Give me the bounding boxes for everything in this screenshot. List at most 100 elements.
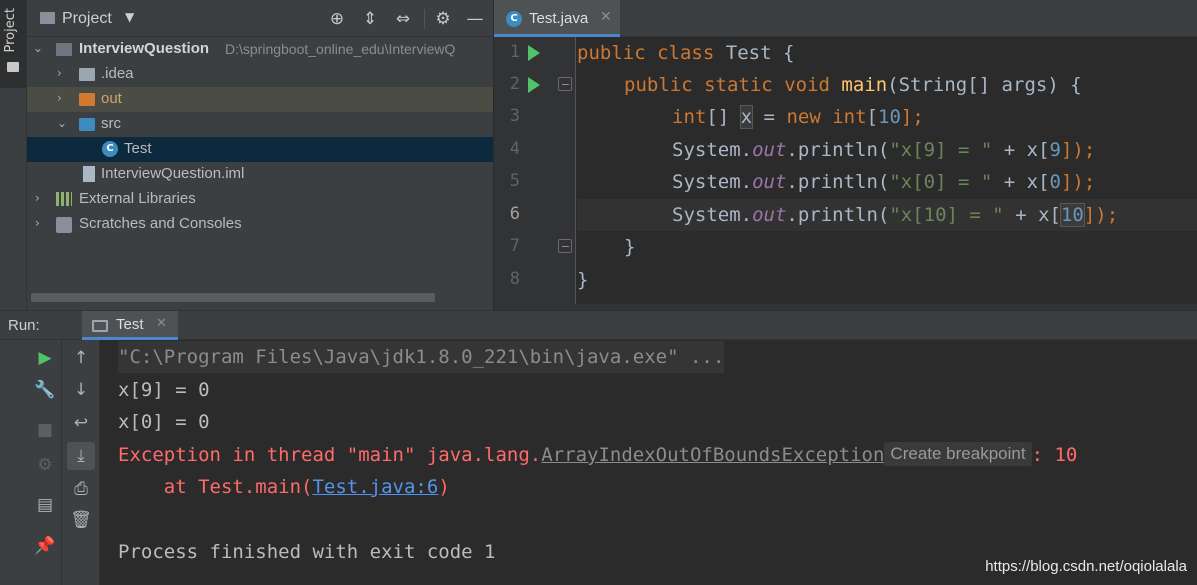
console-exception-line: Exception in thread "main" java.lang.Arr…	[118, 439, 1077, 471]
gutter-line: 6	[494, 199, 576, 231]
soft-wrap-icon[interactable]: ↩	[67, 409, 95, 437]
chevron-right-icon[interactable]: ›	[35, 191, 40, 205]
project-tool-tab[interactable]: Project	[0, 0, 26, 88]
tree-item-external-libraries[interactable]: › External Libraries	[27, 187, 493, 212]
stop-icon[interactable]: ■	[31, 416, 59, 444]
console-icon	[92, 320, 108, 332]
wrench-icon[interactable]: 🔧	[31, 376, 59, 404]
code-token: }	[624, 236, 636, 258]
editor-tabs-bar: C Test.java ✕	[494, 0, 1197, 37]
console-output[interactable]: "C:\Program Files\Java\jdk1.8.0_221\bin\…	[100, 340, 1197, 585]
gear-icon[interactable]: ⚙	[432, 8, 454, 30]
close-icon[interactable]: ✕	[600, 9, 612, 25]
tree-item-iml[interactable]: InterviewQuestion.iml	[27, 162, 493, 187]
horizontal-scrollbar[interactable]	[31, 293, 435, 302]
rerun-icon[interactable]: ▶	[31, 344, 59, 372]
line-number: 6	[509, 204, 520, 224]
code-token: (String[] args) {	[887, 74, 1082, 96]
chevron-down-icon[interactable]: ⌄	[33, 41, 43, 55]
run-panel-header: Run: Test ✕	[0, 310, 1197, 340]
java-class-icon: C	[506, 11, 522, 27]
stacktrace-suffix: )	[438, 476, 450, 498]
gutter-line: 4	[494, 134, 576, 166]
line-number: 7	[509, 236, 520, 256]
code-token: ]);	[1060, 171, 1096, 193]
minimize-icon[interactable]: —	[464, 8, 486, 30]
arrow-up-icon[interactable]: ↑	[67, 344, 95, 372]
expand-all-icon[interactable]: ⇕	[359, 8, 381, 30]
exception-class-link[interactable]: ArrayIndexOutOfBoundsException	[541, 444, 884, 466]
tree-item-idea[interactable]: › .idea	[27, 62, 493, 87]
project-view-selector[interactable]: Project	[62, 10, 112, 28]
chevron-down-icon[interactable]: ▼	[125, 10, 134, 24]
run-method-icon[interactable]	[528, 77, 540, 93]
arrow-down-icon[interactable]: ↓	[67, 376, 95, 404]
run-class-icon[interactable]	[528, 45, 540, 61]
code-token: class	[657, 42, 715, 64]
tree-item-src[interactable]: ⌄ src	[27, 112, 493, 137]
tree-item-label: InterviewQuestion.iml	[101, 165, 245, 182]
chevron-right-icon[interactable]: ›	[57, 91, 62, 105]
create-breakpoint-button[interactable]: Create breakpoint	[884, 442, 1032, 466]
code-token: main	[841, 74, 888, 96]
code-token: out	[752, 139, 787, 161]
code-line-3: int[] x = new int[10];	[577, 101, 1197, 133]
fold-icon[interactable]	[558, 77, 572, 91]
code-token: out	[752, 204, 787, 226]
collapse-all-icon[interactable]: ⇔	[392, 8, 414, 30]
fold-icon[interactable]	[558, 239, 572, 253]
code-token: 10	[878, 106, 901, 128]
chevron-right-icon[interactable]: ›	[57, 66, 62, 80]
gutter-line: 2	[494, 69, 576, 101]
code-token: =	[752, 106, 787, 128]
source-link[interactable]: Test.java:6	[312, 476, 438, 498]
code-token: "x[9] = "	[889, 139, 993, 161]
console-line: x[9] = 0	[118, 379, 210, 401]
module-file-icon	[83, 166, 95, 182]
code-line-7: }	[577, 231, 1197, 263]
code-token: }	[577, 269, 589, 291]
tree-item-test[interactable]: C Test	[27, 137, 493, 162]
tree-item-interviewquestion[interactable]: ⌄ InterviewQuestion D:\springboot_online…	[27, 37, 493, 62]
layout-icon[interactable]: ▤	[31, 491, 59, 519]
chevron-right-icon[interactable]: ›	[35, 216, 40, 230]
code-token: x	[739, 105, 754, 129]
close-icon[interactable]: ✕	[156, 316, 167, 331]
code-token: .println(	[786, 171, 890, 193]
console-line: x[0] = 0	[118, 411, 210, 433]
chevron-down-icon[interactable]: ⌄	[57, 116, 67, 130]
locate-icon[interactable]: ⊕	[326, 8, 348, 30]
run-label: Run:	[8, 317, 40, 334]
tree-item-out[interactable]: › out	[27, 87, 493, 112]
left-tool-strip: Project	[0, 0, 27, 310]
libraries-icon	[56, 192, 72, 206]
code-token: ]);	[1060, 139, 1096, 161]
project-tool-tab-label: Project	[3, 8, 18, 53]
tree-item-scratches[interactable]: › Scratches and Consoles	[27, 212, 493, 237]
code-token: 9	[1049, 139, 1061, 161]
code-token: [	[866, 106, 878, 128]
scroll-to-end-icon[interactable]: ⤓	[67, 442, 95, 470]
tab-run-test[interactable]: Test ✕	[82, 311, 178, 340]
tree-item-label: External Libraries	[79, 190, 196, 207]
source-folder-icon	[79, 118, 95, 131]
trash-icon[interactable]: 🗑	[67, 506, 95, 534]
code-line-1: public class Test {	[577, 37, 1197, 69]
run-toolbar-primary: ▶ 🔧 ■ ⚙ ▤ 📌	[0, 340, 62, 585]
folder-icon	[79, 68, 95, 81]
code-token: System.	[672, 204, 753, 226]
pin-icon[interactable]: 📌	[31, 532, 59, 560]
exception-suffix: : 10	[1031, 444, 1078, 466]
code-line-2: public static void main(String[] args) {	[577, 69, 1197, 101]
tree-item-label: Scratches and Consoles	[79, 215, 242, 232]
gutter-line: 1	[494, 37, 576, 69]
print-icon[interactable]: ⎙	[67, 475, 95, 503]
code-line-5: System.out.println("x[0] = " + x[0]);	[577, 166, 1197, 198]
code-token: + x[	[992, 139, 1050, 161]
code-token: + x[	[992, 171, 1050, 193]
gear-icon[interactable]: ⚙	[31, 451, 59, 479]
project-panel-header: Project ▼ ⊕ ⇕ ⇔ ⚙ —	[27, 0, 493, 37]
tab-test-java[interactable]: C Test.java ✕	[494, 0, 620, 37]
code-area[interactable]: public class Test { public static void m…	[577, 37, 1197, 310]
code-token: ];	[900, 106, 924, 128]
